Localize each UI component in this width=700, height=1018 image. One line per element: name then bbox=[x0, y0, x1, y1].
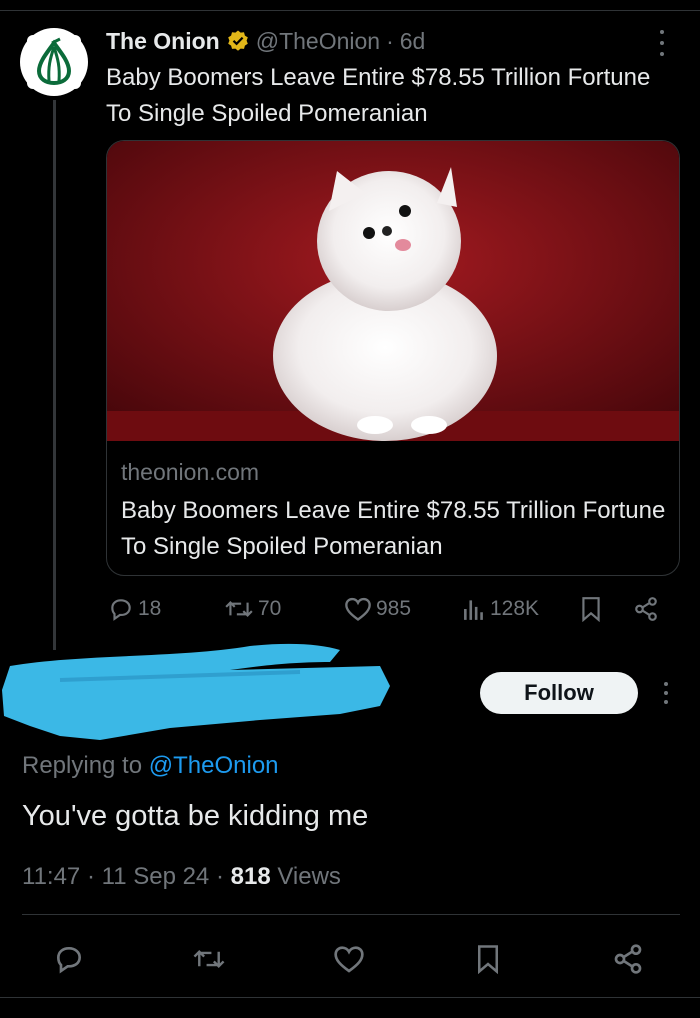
share-action[interactable] bbox=[632, 594, 660, 624]
replying-to: Replying to @TheOnion bbox=[22, 752, 279, 780]
heart-icon bbox=[334, 946, 364, 973]
follow-button[interactable]: Follow bbox=[480, 672, 638, 714]
tweet-time[interactable]: 6d bbox=[400, 28, 426, 55]
bookmark-button[interactable] bbox=[471, 942, 505, 976]
reply-count: 18 bbox=[138, 597, 162, 620]
more-options-icon[interactable] bbox=[652, 30, 672, 56]
share-icon bbox=[614, 944, 642, 974]
thread-line bbox=[53, 100, 56, 650]
more-options-icon[interactable] bbox=[656, 682, 676, 704]
onion-logo-icon bbox=[27, 35, 81, 89]
views-action[interactable]: 128K bbox=[462, 594, 539, 624]
bookmark-action[interactable] bbox=[580, 594, 602, 624]
separator-dot: · bbox=[215, 863, 224, 890]
retweet-icon bbox=[225, 601, 253, 617]
quoted-tweet-text: Baby Boomers Leave Entire $78.55 Trillio… bbox=[106, 64, 651, 127]
reply-action[interactable]: 18 bbox=[108, 594, 161, 624]
bottom-border bbox=[0, 997, 700, 998]
quoted-tweet-header: The Onion @TheOnion · 6d bbox=[106, 26, 425, 56]
bookmark-icon bbox=[478, 945, 498, 974]
views-count: 818 bbox=[230, 863, 271, 890]
tweet-time[interactable]: 11:47 bbox=[22, 863, 80, 890]
tweet-meta: 11:47 · 11 Sep 24 · 818 Views bbox=[22, 863, 341, 891]
author-name[interactable]: The Onion bbox=[106, 28, 220, 55]
retweet-icon bbox=[193, 949, 225, 969]
reply-icon bbox=[56, 946, 82, 974]
like-count: 985 bbox=[376, 597, 412, 620]
card-domain: theonion.com bbox=[121, 459, 260, 485]
card-title: Baby Boomers Leave Entire $78.55 Trillio… bbox=[121, 497, 666, 560]
separator-dot: · bbox=[86, 863, 95, 890]
top-border bbox=[0, 10, 700, 11]
retweet-count: 70 bbox=[258, 597, 282, 620]
views-label: Views bbox=[277, 863, 341, 890]
reply-icon bbox=[111, 599, 131, 621]
separator-dot: · bbox=[386, 27, 394, 54]
divider bbox=[22, 914, 680, 915]
reply-button[interactable] bbox=[52, 942, 86, 976]
views-icon bbox=[464, 600, 483, 620]
reply-tweet-text: You've gotta be kidding me bbox=[22, 800, 369, 832]
onion-avatar[interactable] bbox=[20, 28, 88, 96]
views-count: 128K bbox=[490, 597, 540, 620]
share-icon bbox=[635, 597, 657, 621]
bookmark-icon bbox=[582, 597, 600, 622]
author-handle[interactable]: @TheOnion bbox=[256, 28, 380, 55]
link-card[interactable]: theonion.com Baby Boomers Leave Entire $… bbox=[106, 140, 680, 576]
like-action[interactable]: 985 bbox=[344, 594, 411, 624]
replying-mention[interactable]: @TheOnion bbox=[149, 752, 279, 779]
like-button[interactable] bbox=[332, 942, 366, 976]
verified-badge-icon bbox=[226, 29, 250, 53]
retweet-button[interactable] bbox=[192, 942, 226, 976]
replying-prefix: Replying to bbox=[22, 752, 143, 779]
share-button[interactable] bbox=[611, 942, 645, 976]
tweet-date[interactable]: 11 Sep 24 bbox=[102, 863, 210, 890]
heart-icon bbox=[345, 597, 371, 621]
redacted-user-info bbox=[2, 643, 390, 740]
pomeranian-photo bbox=[107, 141, 679, 441]
retweet-action[interactable]: 70 bbox=[224, 594, 281, 624]
